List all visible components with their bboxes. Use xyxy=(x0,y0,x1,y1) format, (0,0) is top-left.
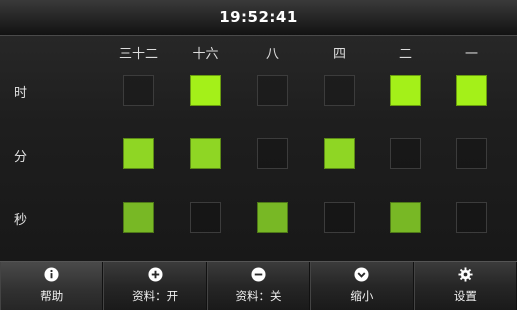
minimize-label: 缩小 xyxy=(350,289,374,303)
minimize-button[interactable]: 缩小 xyxy=(310,262,414,310)
help-button[interactable]: 帮助 xyxy=(0,262,104,310)
bit-cell-r0-c0-off xyxy=(123,75,154,106)
info-off-label: 资料：关 xyxy=(235,289,282,303)
column-header-0: 三十二 xyxy=(118,47,158,62)
bit-cell-r0-c3-off xyxy=(324,75,355,106)
bottom-toolbar: 帮助 资料：开 资料：关 缩小 设置 xyxy=(0,261,517,310)
bit-cell-r0-c1-on xyxy=(190,75,221,106)
help-label: 帮助 xyxy=(40,289,64,303)
chevron-down-icon xyxy=(354,267,369,282)
bit-cell-r0-c4-on xyxy=(390,75,421,106)
row-label-1: 分 xyxy=(14,150,28,165)
minus-icon xyxy=(251,267,266,282)
bit-cell-r0-c5-on xyxy=(456,75,487,106)
bit-cell-r1-c2-off xyxy=(257,138,288,169)
bit-cell-r2-c0-on xyxy=(123,202,154,233)
plus-icon xyxy=(148,267,163,282)
bit-cell-r2-c5-off xyxy=(456,202,487,233)
bit-cell-r2-c3-off xyxy=(324,202,355,233)
bit-cell-r1-c1-on xyxy=(190,138,221,169)
digital-time: 19:52:41 xyxy=(219,8,298,26)
info-off-button[interactable]: 资料：关 xyxy=(206,262,311,310)
binary-clock-screen: 19:52:41 三十二 十六八四二一时分秒 帮助 资料：开 资料：关 缩小 设… xyxy=(0,0,517,310)
settings-label: 设置 xyxy=(453,289,477,303)
row-label-0: 时 xyxy=(14,86,28,101)
info-on-label: 资料：开 xyxy=(132,289,179,303)
gear-icon xyxy=(458,267,473,282)
bit-cell-r2-c2-on xyxy=(257,202,288,233)
bit-cell-r1-c0-on xyxy=(123,138,154,169)
bit-cell-r1-c5-off xyxy=(456,138,487,169)
column-header-4: 二 xyxy=(398,47,412,62)
info-on-button[interactable]: 资料：开 xyxy=(103,262,207,310)
column-header-3: 四 xyxy=(332,47,346,62)
title-bar: 19:52:41 xyxy=(0,0,517,36)
bit-cell-r2-c1-off xyxy=(190,202,221,233)
bit-cell-r0-c2-off xyxy=(257,75,288,106)
row-label-2: 秒 xyxy=(14,213,28,228)
column-header-5: 一 xyxy=(464,47,478,62)
info-icon xyxy=(44,267,59,282)
column-header-2: 八 xyxy=(265,47,279,62)
bit-cell-r1-c4-off xyxy=(390,138,421,169)
bit-cell-r2-c4-on xyxy=(390,202,421,233)
settings-button[interactable]: 设置 xyxy=(413,262,517,310)
bit-cell-r1-c3-on xyxy=(324,138,355,169)
column-header-1: 十六 xyxy=(192,47,219,62)
